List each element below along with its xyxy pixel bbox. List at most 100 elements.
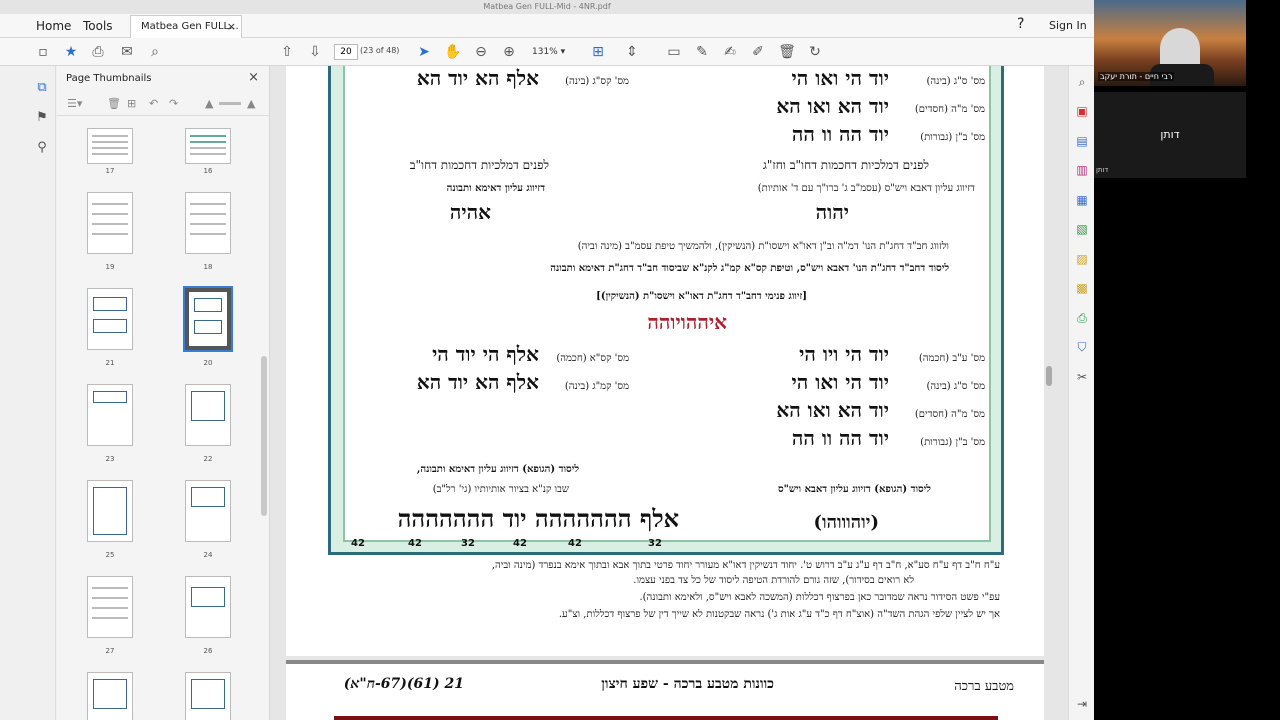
trash-icon[interactable]: 🗑 [107,97,121,110]
gematria-number: 32 [461,538,475,549]
bookmark-icon[interactable]: ⚑ [33,110,51,128]
row-name: יוד הא ואו הא [776,398,889,422]
shrink-icon[interactable]: ▲ [205,97,213,110]
sign-in-button[interactable]: Sign In [1049,19,1087,32]
thumbnail-page[interactable] [185,672,231,720]
thumbnail-page-selected[interactable] [183,286,233,352]
zoom-icon[interactable]: ⌕ [1074,74,1090,90]
fill-sign-icon[interactable]: ▨ [1074,251,1090,267]
thumbnail-page[interactable] [87,384,133,446]
zoom-value: 131% [532,47,558,57]
comment-icon[interactable]: ▭ [664,42,684,62]
insert-icon[interactable]: ⊞ [127,97,136,110]
thumbnail-page[interactable] [185,576,231,638]
hand-icon[interactable]: ✋ [443,42,463,62]
footnote-line: ע"ח ח"ב דף ע"ח סע"א, ח"ב דף ע"ג ע"ב דרוש… [491,560,1000,571]
sign-icon[interactable]: ✍ [720,42,740,62]
options-icon[interactable]: ☰▾ [67,97,82,110]
page-border [334,716,998,720]
gematria-number: 42 [351,538,365,549]
row-name: אלף הי יוד הי [432,342,539,366]
thumbnail-page[interactable] [185,480,231,542]
zoom-select[interactable]: 131% ▾ [532,44,578,60]
row-name: יוד הה וו הה [791,426,889,450]
text-line: ליסוד (הגופא) דזיווג עליון דאבא ויש"ס [777,484,931,495]
viewer-scrollbar[interactable] [1046,366,1052,386]
page-down-icon[interactable]: ⇩ [305,42,325,62]
thumbnail-number: 23 [105,455,115,463]
participant-tile[interactable]: דותן דותן [1094,92,1246,178]
protect-icon[interactable]: ⛉ [1074,339,1090,355]
export-pdf-icon[interactable]: ▤ [1074,133,1090,149]
page-up-icon[interactable]: ⇧ [277,42,297,62]
thumbnail-page[interactable] [87,480,133,542]
edit-icon[interactable]: ✐ [748,42,768,62]
fit-page-icon[interactable]: ⊞ [588,42,608,62]
close-icon[interactable]: × [248,70,259,85]
thumbnails-scrollbar[interactable] [261,356,267,516]
paragraph-line: ליסוד דחב"ד דחג"ת הנו' דאבא ויש"ס, וטיפת… [550,263,949,274]
thumbnail-page[interactable] [87,288,133,350]
row-name: אלף הא יוד הא [416,370,539,394]
collapse-icon[interactable]: ⇥ [1074,696,1090,712]
rotate-icon[interactable]: ↻ [805,42,825,62]
zoom-out-icon[interactable]: ⊖ [471,42,491,62]
scan-icon[interactable]: ⎙ [1074,310,1090,326]
row-name: יוד הי ויו הי [799,342,889,366]
divine-name: יהוה [815,200,849,224]
undo-icon[interactable]: ↶ [149,97,158,110]
thumbnail-number: 19 [105,263,115,271]
pages-icon[interactable]: ⧉ [33,80,51,98]
edit-pdf-icon[interactable]: ▦ [1074,192,1090,208]
star-icon[interactable]: ★ [61,42,81,62]
thumb-size-slider[interactable] [219,102,241,105]
menu-home[interactable]: Home [36,17,71,35]
export-icon[interactable]: ▧ [1074,221,1090,237]
text-line: לפנים דמלכיות דחכמות דחו"ב [409,158,549,172]
row-label: מס' ע"ב (חכמה) [918,353,985,364]
text-line: לפנים דמלכיות דחכמות דחו"ב וחז"ג [762,158,929,172]
right-tools-pane: ⌕ ▣ ▤ ▥ ▦ ▧ ▨ ▩ ⎙ ⛉ ✂ ⇥ [1068,66,1094,720]
next-pdf-page: מטבע ברכה כוונות מטבע ברכה - שפע חיצון 2… [286,660,1044,720]
scroll-mode-icon[interactable]: ⇕ [622,42,642,62]
thumbnail-number: 16 [203,167,213,175]
thumbnail-page[interactable] [185,128,231,164]
acrobat-window: Matbea Gen FULL-Mid - 4NR.pdf Home Tools… [0,0,1094,720]
text-line: דזיווג עליון דאבא ויש"ס (עסמ"ב ג' ברו"ך … [757,183,975,194]
thumbnail-page[interactable] [87,576,133,638]
redo-icon[interactable]: ↷ [169,97,178,110]
row-label: מס' ב"ן (גבורות) [920,437,985,448]
delete-icon[interactable]: 🗑 [777,42,797,62]
search-icon[interactable]: ⌕ [145,42,165,62]
combined-name: איההויוהה [647,310,727,334]
email-icon[interactable]: ✉ [117,42,137,62]
thumbnail-page[interactable] [185,192,231,254]
thumbnail-page[interactable] [185,384,231,446]
attachment-icon[interactable]: ⚲ [33,140,51,158]
save-icon[interactable]: ▫ [33,42,53,62]
page-number-input[interactable]: 20 [334,44,358,60]
zoom-in-icon[interactable]: ⊕ [499,42,519,62]
document-tab[interactable]: Matbea Gen FULL... × [130,15,242,39]
row-name: יוד הי ואו הי [791,66,889,90]
panel-title: Page Thumbnails [66,73,152,84]
more-tools-icon[interactable]: ✂ [1074,369,1090,385]
highlight-icon[interactable]: ✎ [692,42,712,62]
participant-label: רבי חיים - תורת יעקב [1098,72,1175,81]
organize-icon[interactable]: ▥ [1074,162,1090,178]
thumbnail-page[interactable] [87,192,133,254]
participant-label: דותן [1096,166,1109,174]
participant-video[interactable]: רבי חיים - תורת יעקב [1094,0,1246,86]
select-cursor-icon[interactable]: ➤ [414,42,434,62]
menu-tools[interactable]: Tools [83,17,113,35]
thumbnail-tools: ☰▾ 🗑 ⊞ ↶ ↷ ▲ ▲ [57,92,270,116]
thumbnail-page[interactable] [87,128,133,164]
comment-tool-icon[interactable]: ▩ [1074,280,1090,296]
thumbnail-page[interactable] [87,672,133,720]
help-icon[interactable]: ? [1017,16,1024,32]
print-icon[interactable]: ⎙ [88,42,108,62]
frame-content: מס' ס"ג (בינה) יוד הי ואו הי מס' קס"ג (ב… [343,66,991,542]
tab-close-icon[interactable]: × [227,16,236,38]
grow-icon[interactable]: ▲ [247,97,255,110]
create-pdf-icon[interactable]: ▣ [1074,103,1090,119]
